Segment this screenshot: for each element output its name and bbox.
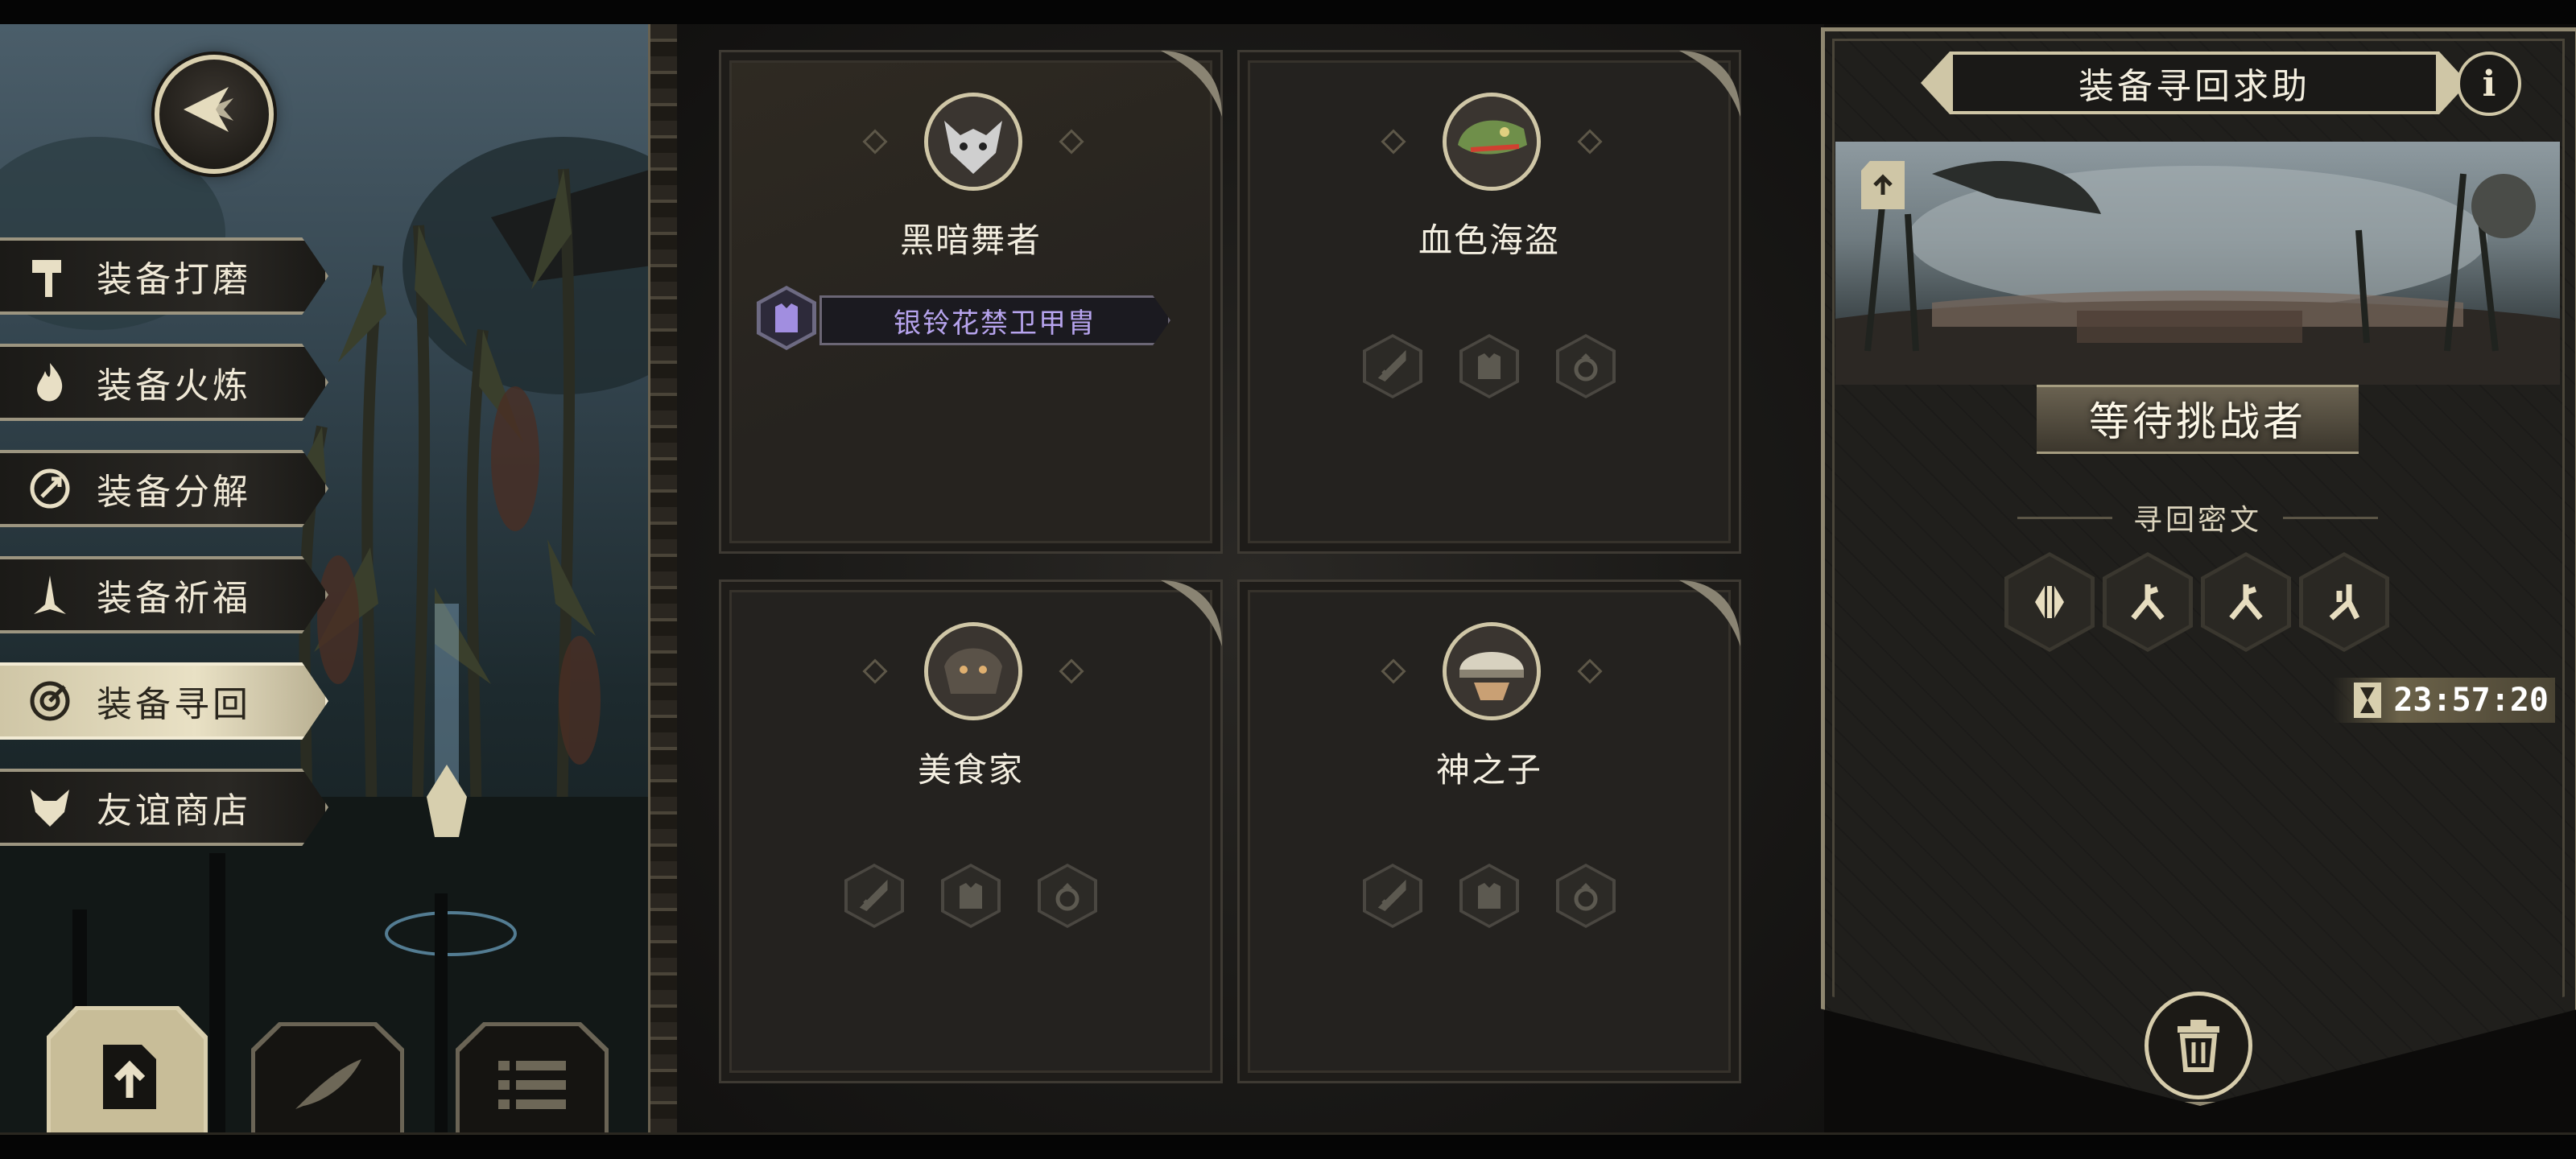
status-banner: 等待挑战者 — [1924, 378, 2471, 459]
side-menu: 装备打磨 装备火炼 装备分解 装备祈福 装备寻回 友谊商店 — [0, 237, 330, 875]
armor-slot-icon[interactable] — [1459, 864, 1519, 928]
ornament-diamond — [1381, 658, 1406, 684]
lizard-icon — [1443, 93, 1541, 191]
menu-item-pray[interactable]: 装备祈福 — [0, 556, 328, 633]
timer-text: 23:57:20 — [2393, 682, 2549, 719]
card-corner-ornament — [1679, 580, 1740, 646]
card-corner-ornament — [1161, 51, 1222, 117]
menu-item-fire[interactable]: 装备火炼 — [0, 344, 328, 421]
retrieve-scene-image — [1835, 142, 2560, 385]
background-scene: 装备打磨 装备火炼 装备分解 装备祈福 装备寻回 友谊商店 — [0, 24, 652, 1135]
hero-name: 黑暗舞者 — [899, 221, 1042, 260]
hero-card-son-of-god[interactable]: 神之子 — [1237, 580, 1741, 1083]
bottom-border — [0, 1132, 2576, 1159]
hero-grid: 黑暗舞者 银铃花禁卫甲胄 血色海盗 美食家 神之子 — [677, 24, 1824, 1135]
info-icon: i — [2482, 63, 2496, 105]
menu-item-shop[interactable]: 友谊商店 — [0, 769, 328, 846]
hero-card-blood-pirate[interactable]: 血色海盗 — [1237, 50, 1741, 554]
ornament-diamond — [1577, 129, 1603, 155]
menu-item-polish[interactable]: 装备打磨 — [0, 237, 328, 315]
beast-icon — [924, 622, 1022, 720]
menu-label-polish: 装备打磨 — [97, 259, 251, 300]
rune-2-icon — [2103, 552, 2193, 652]
card-corner-ornament — [1679, 51, 1740, 117]
info-button[interactable]: i — [2457, 52, 2521, 116]
panel-title-banner: 装备寻回求助 — [1921, 52, 2468, 114]
armor-slot-icon[interactable] — [1459, 334, 1519, 398]
equipment-slots — [1240, 334, 1739, 398]
trash-icon — [2178, 1020, 2219, 1072]
menu-item-disassemble[interactable]: 装备分解 — [0, 450, 328, 527]
hero-name: 神之子 — [1435, 750, 1542, 790]
rune-label-text: 寻回密文 — [2133, 504, 2263, 537]
ornament-diamond — [1059, 658, 1084, 684]
menu-label-pray: 装备祈福 — [97, 578, 251, 619]
helmet-icon — [1443, 622, 1541, 720]
trash-button[interactable] — [2145, 992, 2252, 1099]
tab-feather[interactable] — [251, 1022, 404, 1143]
ring-slot-icon[interactable] — [1556, 864, 1616, 928]
sword-slot-icon[interactable] — [1363, 334, 1422, 398]
item-hex-frame — [757, 286, 816, 350]
hero-card-dark-dancer[interactable]: 黑暗舞者 银铃花禁卫甲胄 — [719, 50, 1223, 554]
back-button[interactable] — [155, 55, 274, 174]
feather-icon — [295, 1058, 361, 1109]
status-text: 等待挑战者 — [2089, 398, 2306, 445]
tab-upload[interactable] — [47, 1006, 208, 1143]
bottom-tab-bar — [40, 1006, 620, 1143]
ring-slot-icon[interactable] — [1038, 864, 1097, 928]
hero-card-gourmet[interactable]: 美食家 — [719, 580, 1223, 1083]
ring-slot-icon[interactable] — [1556, 334, 1616, 398]
equipped-item[interactable]: 银铃花禁卫甲胄 — [757, 286, 1183, 350]
ornament-diamond — [1381, 129, 1406, 155]
ornament-diamond — [1059, 129, 1084, 155]
rune-label: 寻回密文 — [1996, 497, 2399, 538]
list-icon — [498, 1060, 566, 1109]
menu-label-fire: 装备火炼 — [97, 365, 251, 406]
rune-1-icon — [2004, 552, 2095, 652]
rune-code — [2004, 552, 2391, 652]
battlefield-art — [1835, 161, 2560, 385]
rat-icon — [924, 93, 1022, 191]
countdown-timer: 23:57:20 — [2333, 678, 2555, 723]
top-border — [0, 0, 2576, 27]
armor-slot-icon[interactable] — [941, 864, 1001, 928]
equipment-slots — [721, 864, 1220, 928]
equipped-item-name: 银铃花禁卫甲胄 — [894, 307, 1096, 340]
ornament-diamond — [862, 129, 888, 155]
hero-name: 美食家 — [917, 750, 1024, 790]
hammer-icon — [24, 250, 76, 302]
sword-slot-icon[interactable] — [844, 864, 904, 928]
panel-title: 装备寻回求助 — [2079, 66, 2310, 107]
upload-small-button[interactable] — [1861, 161, 1905, 209]
menu-label-shop: 友谊商店 — [97, 790, 251, 831]
upload-icon — [103, 1044, 156, 1109]
hourglass-icon — [2354, 683, 2381, 718]
flame-icon — [24, 357, 76, 408]
card-corner-ornament — [1161, 580, 1222, 646]
equipment-slots — [1240, 864, 1739, 928]
rune-2-icon — [2201, 552, 2291, 652]
armor-icon — [775, 303, 798, 332]
hero-name: 血色海盗 — [1418, 221, 1560, 260]
up-arrow-icon — [1873, 174, 1893, 195]
ornament-diamond — [862, 658, 888, 684]
ornament-diamond — [1577, 658, 1603, 684]
disassemble-icon — [24, 463, 76, 514]
menu-label-retrieve: 装备寻回 — [97, 684, 251, 725]
menu-label-disassemble: 装备分解 — [97, 472, 251, 513]
tab-list[interactable] — [456, 1022, 609, 1143]
pray-icon — [24, 569, 76, 621]
sword-slot-icon[interactable] — [1363, 864, 1422, 928]
back-arrow-icon — [184, 87, 233, 132]
retrieve-icon — [24, 675, 76, 727]
fox-icon — [24, 782, 76, 833]
rune-3-icon — [2299, 552, 2389, 652]
menu-item-retrieve[interactable]: 装备寻回 — [0, 662, 328, 740]
